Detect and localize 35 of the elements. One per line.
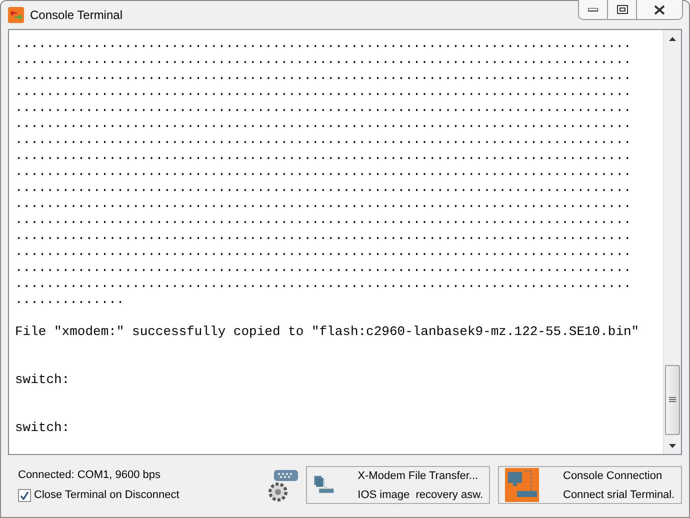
checkbox[interactable]	[18, 488, 31, 502]
connection-status: Connected: COM1, 9600 bps	[18, 468, 162, 480]
app-icon	[8, 7, 24, 23]
terminal-line: ...............................................................................	[15, 36, 632, 52]
close-icon	[654, 4, 665, 14]
terminal-line: ..............	[15, 292, 124, 308]
scrollbar-thumb[interactable]	[665, 365, 680, 435]
terminal-line: File "xmodem:" successfully copied to "flash:c2960-lanbasek9-mz.122-55.SE10.bin"	[15, 324, 640, 340]
up-arrow-icon	[669, 36, 676, 40]
terminal-line: ...............................................................................	[15, 212, 632, 228]
terminal-line: ...............................................................................	[15, 276, 632, 292]
terminal-line: ...............................................................................	[15, 52, 632, 68]
terminal-line: ...............................................................................	[15, 196, 632, 212]
terminal-line: ...............................................................................	[15, 100, 632, 116]
close-on-disconnect-checkbox[interactable]: Close Terminal on Disconnect	[18, 488, 260, 502]
restore-icon	[616, 5, 628, 14]
minimize-icon	[588, 8, 598, 12]
serial-port-gear-icon[interactable]	[266, 468, 300, 502]
terminal-line: ...............................................................................	[15, 116, 632, 132]
terminal-line: ...............................................................................	[15, 164, 632, 180]
console-connection-icon	[505, 468, 539, 502]
terminal-line: ...............................................................................	[15, 84, 632, 100]
down-arrow-icon	[669, 444, 676, 448]
xmodem-action-button[interactable]: X-Modem File Transfer... IOS image recovery asw.	[306, 466, 490, 504]
terminal-line: ...............................................................................	[15, 244, 632, 260]
terminal-line: ...............................................................................	[15, 68, 632, 84]
terminal-line: switch:	[15, 420, 70, 436]
console-action-button[interactable]: Console Connection Connect srial Terminal.	[498, 466, 682, 504]
terminal-line: switch:	[15, 372, 70, 388]
window-title: Console Terminal	[30, 8, 122, 22]
terminal-line: ...............................................................................	[15, 148, 632, 164]
terminal-line: ...............................................................................	[15, 180, 632, 196]
terminal-line: ...............................................................................	[15, 260, 632, 276]
terminal-line: ...............................................................................	[15, 228, 632, 244]
terminal-line: ...............................................................................	[15, 132, 632, 148]
